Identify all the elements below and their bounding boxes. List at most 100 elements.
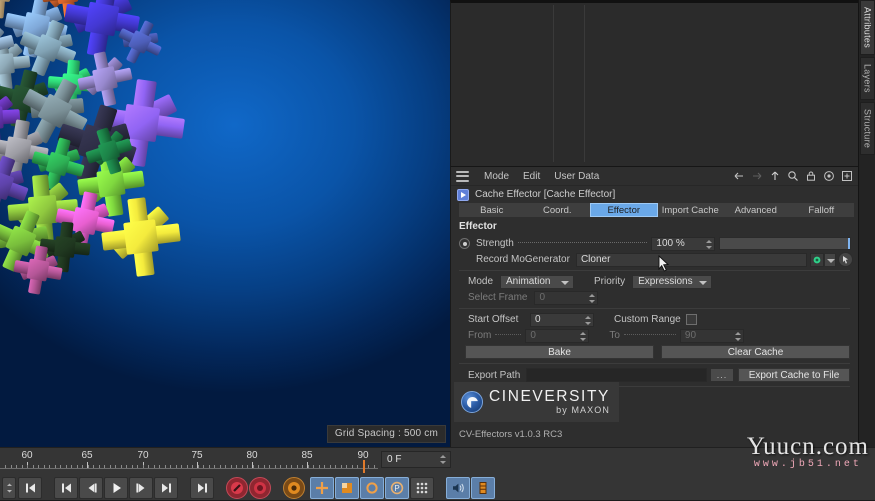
to-leader (623, 333, 676, 335)
tab-falloff[interactable]: Falloff (788, 203, 854, 217)
up-arrow-icon[interactable] (769, 170, 781, 182)
strength-spinner-icon[interactable] (705, 239, 713, 250)
autokeying-icon (254, 481, 266, 494)
search-icon[interactable] (787, 170, 799, 182)
rotation-button[interactable] (360, 476, 384, 499)
strength-input[interactable]: 100 % (651, 236, 716, 251)
lock-icon[interactable] (805, 170, 817, 182)
position-button[interactable] (310, 476, 334, 499)
start-offset-label: Start Offset (468, 314, 519, 325)
ruler-minor-tick (131, 465, 133, 468)
ruler-minor-tick (329, 465, 331, 468)
sound-button[interactable] (446, 476, 470, 499)
timeline-bar: 60 65 70 75 80 85 90 0 F P (0, 447, 875, 500)
clear-cache-button[interactable]: Clear Cache (661, 345, 850, 359)
prev-keyframe-button[interactable] (54, 476, 78, 499)
viewport-3d[interactable]: Grid Spacing : 500 cm (0, 0, 450, 447)
sound-icon (453, 483, 464, 492)
keyframe-selection-button[interactable] (283, 476, 305, 499)
menu-mode[interactable]: Mode (477, 171, 516, 182)
object-title-text: Cache Effector [Cache Effector] (475, 189, 616, 200)
back-arrow-icon[interactable] (733, 170, 745, 182)
section-header-effector: Effector (459, 221, 497, 232)
export-path-input[interactable] (526, 368, 707, 382)
custom-range-label: Custom Range (614, 314, 681, 325)
scale-button[interactable] (335, 476, 359, 499)
tab-import-cache[interactable]: Import Cache (657, 203, 723, 217)
step-back-button[interactable] (79, 476, 103, 499)
ruler-minor-tick (313, 465, 314, 468)
goto-start-button[interactable] (18, 476, 42, 499)
ruler-tick-label: 80 (246, 450, 258, 461)
ruler-minor-tick (214, 465, 215, 468)
playhead[interactable] (363, 460, 365, 473)
ruler-minor-tick (296, 465, 298, 468)
tab-coord[interactable]: Coord. (524, 203, 590, 217)
pla-button[interactable] (410, 476, 434, 499)
tab-basic[interactable]: Basic (459, 203, 525, 217)
timeline-ruler[interactable]: 60 65 70 75 80 85 90 (0, 448, 378, 476)
object-manager-panel[interactable] (450, 0, 858, 166)
bake-button[interactable]: Bake (465, 345, 654, 359)
export-path-browse-button[interactable]: ... (710, 368, 734, 382)
start-offset-value: 0 (535, 314, 541, 325)
ruler-minor-tick (159, 465, 160, 468)
goto-end-button[interactable] (190, 476, 214, 499)
target-icon[interactable] (823, 170, 835, 182)
level-of-detail-button[interactable] (471, 476, 495, 499)
record-mogenerator-dropdown-icon[interactable] (824, 252, 836, 267)
vtab-layers[interactable]: Layers (859, 57, 875, 100)
timeline-spinner-button[interactable] (2, 476, 16, 499)
record-active-objects-button[interactable] (226, 476, 248, 499)
priority-dropdown[interactable]: Expressions (632, 274, 713, 289)
mode-dropdown[interactable]: Animation (500, 274, 575, 289)
strength-value: 100 % (656, 238, 685, 249)
menu-user-data[interactable]: User Data (547, 171, 606, 182)
ruler-baseline (0, 468, 378, 469)
from-label: From (468, 330, 492, 341)
strength-radio[interactable] (459, 238, 470, 249)
strength-slider-knob[interactable] (848, 238, 850, 249)
ruler-minor-tick (351, 465, 353, 468)
menu-edit[interactable]: Edit (516, 171, 547, 182)
ruler-minor-tick (302, 465, 303, 468)
forward-arrow-icon[interactable] (751, 170, 763, 182)
tab-effector[interactable]: Effector (590, 203, 658, 217)
keyframe-selection-icon (288, 481, 300, 494)
goto-start-icon (25, 483, 35, 492)
export-cache-to-file-button[interactable]: Export Cache to File (738, 368, 850, 382)
play-button[interactable] (104, 476, 128, 499)
start-offset-input[interactable]: 0 (530, 312, 594, 327)
vtab-structure[interactable]: Structure (859, 101, 875, 156)
ruler-minor-tick (230, 465, 232, 468)
play-icon (113, 482, 121, 493)
custom-range-checkbox[interactable] (685, 314, 697, 325)
current-frame-field[interactable]: 0 F (381, 451, 451, 468)
autokeying-button[interactable] (249, 476, 271, 499)
vertical-tab-strip: Attributes Layers Structure (858, 0, 875, 447)
expand-icon[interactable] (841, 170, 853, 182)
node-gear-icon[interactable] (810, 252, 824, 267)
playback-button-group (54, 476, 178, 499)
pick-object-icon[interactable] (838, 252, 853, 267)
ruler-minor-tick (225, 465, 226, 468)
object-manager-column-divider-1 (553, 5, 554, 162)
current-frame-spinner-icon[interactable] (439, 454, 446, 465)
to-spinner-icon (734, 331, 741, 342)
tab-advanced[interactable]: Advanced (723, 203, 789, 217)
strength-slider[interactable] (719, 237, 851, 250)
start-offset-spinner-icon[interactable] (584, 315, 591, 326)
ruler-minor-tick (43, 465, 45, 468)
ruler-minor-tick (203, 465, 204, 468)
ruler-minor-tick (82, 465, 83, 468)
strength-leader (517, 241, 648, 243)
record-mogenerator-field[interactable]: Cloner (575, 252, 807, 267)
select-frame-label: Select Frame (468, 292, 528, 303)
ruler-minor-tick (27, 465, 28, 468)
parameter-button[interactable]: P (385, 476, 409, 499)
next-keyframe-button[interactable] (154, 476, 178, 499)
ruler-minor-tick (252, 465, 254, 468)
vtab-attributes[interactable]: Attributes (859, 0, 875, 56)
step-forward-button[interactable] (129, 476, 153, 499)
hamburger-menu-icon[interactable] (456, 170, 469, 182)
